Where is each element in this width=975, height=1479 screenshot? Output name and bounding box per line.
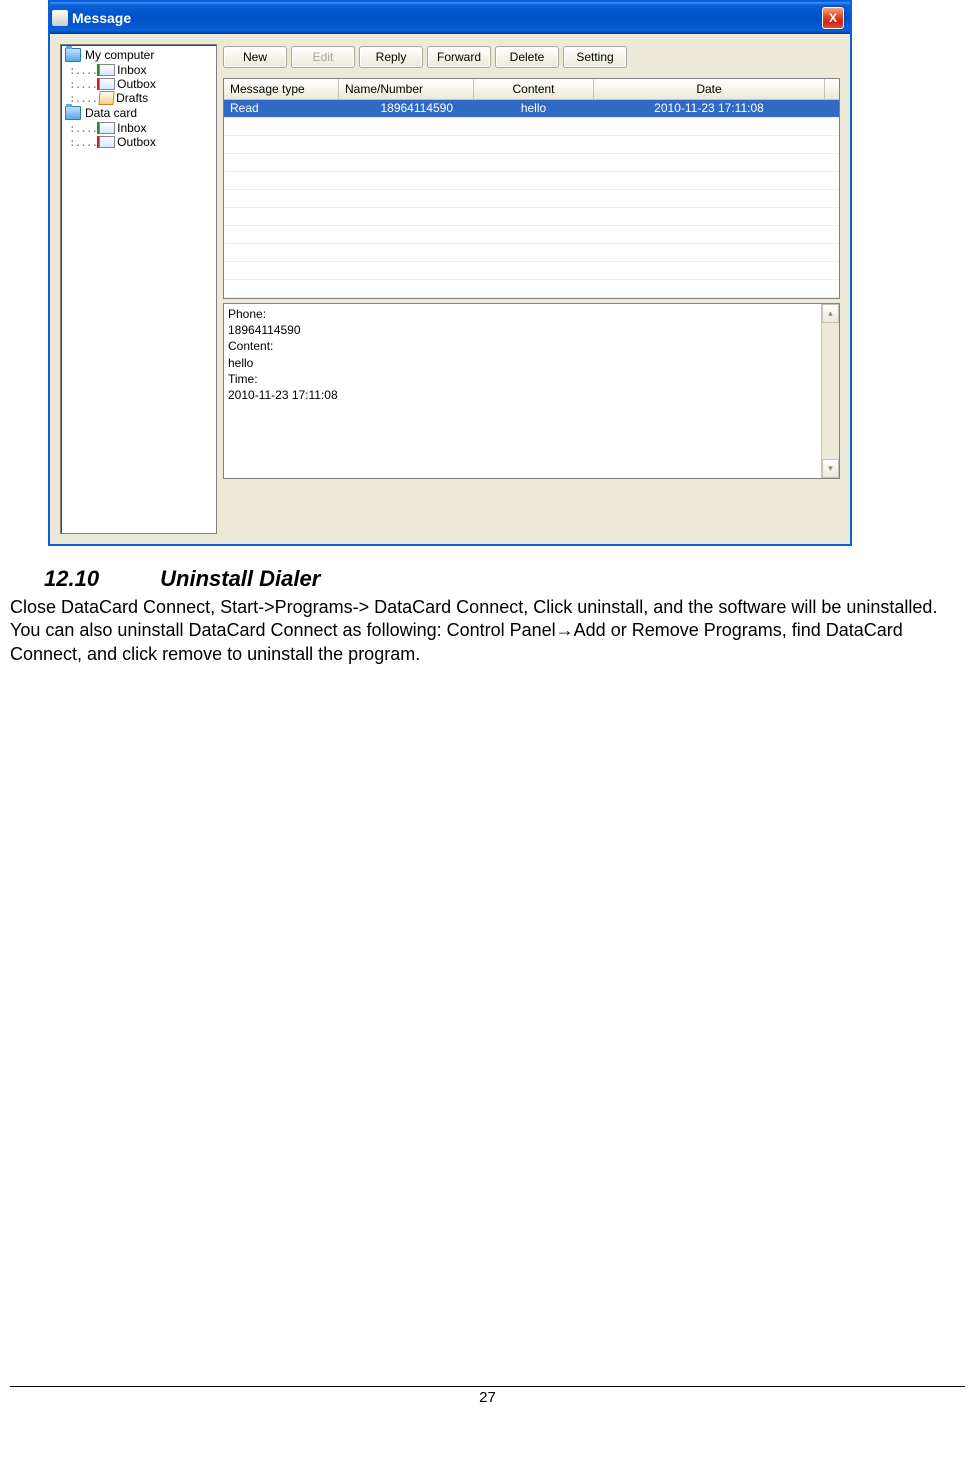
outbox-icon (99, 136, 115, 148)
message-window: Message X My computer :.... Inbox :.... (48, 0, 852, 546)
table-row[interactable] (224, 190, 839, 208)
tree-label: Drafts (116, 91, 148, 105)
tree-label: My computer (85, 48, 154, 62)
page-number: 27 (479, 1389, 496, 1406)
col-date[interactable]: Date (594, 79, 825, 100)
tree-connector: :.... (69, 78, 97, 91)
outbox-icon (99, 78, 115, 90)
table-row[interactable] (224, 280, 839, 298)
inbox-icon (99, 64, 115, 76)
tree-node-outbox[interactable]: :.... Outbox (61, 77, 216, 91)
message-grid[interactable]: Message type Name/Number Content Date Re… (223, 78, 840, 299)
new-button[interactable]: New (223, 46, 287, 68)
window-title: Message (72, 10, 131, 26)
cell-date: 2010-11-23 17:11:08 (594, 100, 825, 117)
grid-header: Message type Name/Number Content Date (224, 79, 839, 100)
setting-button[interactable]: Setting (563, 46, 627, 68)
folder-icon (65, 48, 81, 62)
drafts-icon (99, 91, 115, 105)
section-title: Uninstall Dialer (160, 566, 320, 591)
col-content[interactable]: Content (474, 79, 594, 100)
preview-line: hello (228, 355, 835, 371)
table-row[interactable] (224, 154, 839, 172)
tree-label: Inbox (117, 63, 146, 77)
tree-node-my-computer[interactable]: My computer (61, 47, 216, 63)
tree-node-inbox-2[interactable]: :.... Inbox (61, 121, 216, 135)
section-number: 12.10 (44, 566, 154, 592)
forward-button[interactable]: Forward (427, 46, 491, 68)
tree-node-inbox[interactable]: :.... Inbox (61, 63, 216, 77)
preview-line: Phone: (228, 306, 835, 322)
reply-button[interactable]: Reply (359, 46, 423, 68)
scroll-down-icon[interactable]: ▾ (822, 459, 839, 478)
tree-node-drafts[interactable]: :.... Drafts (61, 91, 216, 105)
inbox-icon (99, 122, 115, 134)
tree-label: Outbox (117, 135, 156, 149)
toolbar: New Edit Reply Forward Delete Setting (223, 44, 840, 74)
cell-number: 18964114590 (339, 100, 474, 117)
delete-button[interactable]: Delete (495, 46, 559, 68)
table-row[interactable] (224, 226, 839, 244)
section-heading: 12.10 Uninstall Dialer (44, 566, 965, 592)
col-name-number[interactable]: Name/Number (339, 79, 474, 100)
table-row[interactable] (224, 118, 839, 136)
close-icon: X (829, 11, 837, 25)
preview-line: 18964114590 (228, 322, 835, 338)
table-row[interactable] (224, 208, 839, 226)
close-button[interactable]: X (822, 7, 844, 29)
titlebar[interactable]: Message X (50, 2, 850, 34)
col-spacer (825, 79, 839, 100)
window-icon (52, 10, 68, 26)
cell-content: hello (474, 100, 594, 117)
preview-pane: Phone: 18964114590 Content: hello Time: … (223, 303, 840, 479)
tree-node-outbox-2[interactable]: :.... Outbox (61, 135, 216, 149)
preview-line: 2010-11-23 17:11:08 (228, 387, 835, 403)
tree-label: Outbox (117, 77, 156, 91)
tree-connector: :.... (69, 136, 97, 149)
preview-line: Time: (228, 371, 835, 387)
col-message-type[interactable]: Message type (224, 79, 339, 100)
section-body: Close DataCard Connect, Start->Programs-… (10, 596, 959, 666)
table-row[interactable]: Read 18964114590 hello 2010-11-23 17:11:… (224, 100, 839, 118)
folder-icon (65, 106, 81, 120)
tree-connector: :.... (69, 122, 97, 135)
scroll-up-icon[interactable]: ▴ (822, 304, 839, 323)
preview-line: Content: (228, 338, 835, 354)
tree-connector: :.... (69, 64, 97, 77)
table-row[interactable] (224, 244, 839, 262)
tree-label: Data card (85, 106, 137, 120)
cell-type: Read (224, 100, 339, 117)
scrollbar[interactable]: ▴ ▾ (821, 304, 839, 478)
tree-connector: :.... (69, 92, 97, 105)
edit-button[interactable]: Edit (291, 46, 355, 68)
page-footer: 27 (10, 1386, 965, 1406)
folder-tree[interactable]: My computer :.... Inbox :.... Outbox :..… (60, 44, 217, 534)
table-row[interactable] (224, 262, 839, 280)
tree-node-data-card[interactable]: Data card (61, 105, 216, 121)
table-row[interactable] (224, 172, 839, 190)
tree-label: Inbox (117, 121, 146, 135)
table-row[interactable] (224, 136, 839, 154)
